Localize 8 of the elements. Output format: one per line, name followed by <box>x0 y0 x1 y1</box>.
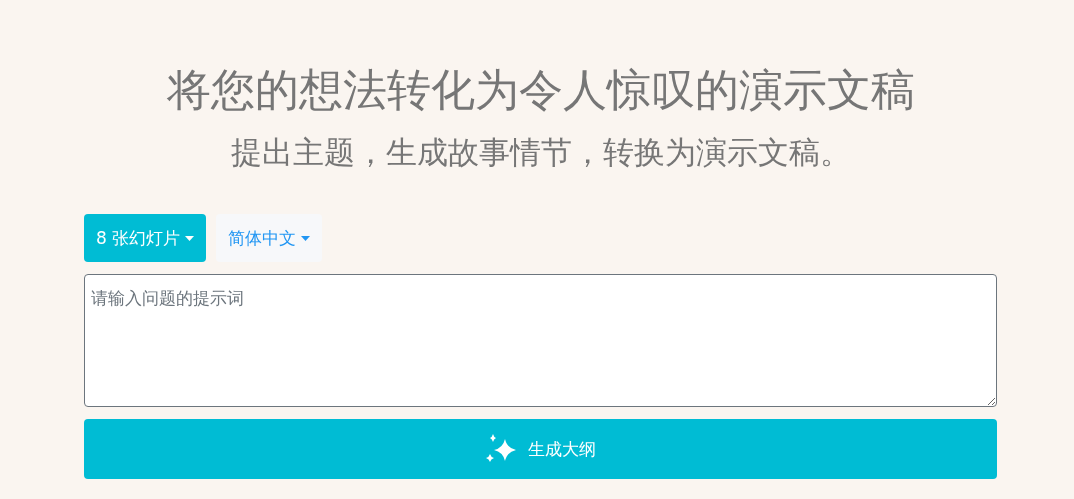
page-heading: 将您的想法转化为令人惊叹的演示文稿 <box>165 63 916 117</box>
caret-icon <box>185 235 195 241</box>
prompt-field[interactable]: 请输入问题的提示词 <box>84 274 997 407</box>
caret-icon <box>301 235 311 241</box>
generate-button[interactable]: 生成大纲 <box>84 419 997 479</box>
page-subheading: 提出主题，生成故事情节，转换为演示文稿。 <box>229 133 852 172</box>
dropdown-button[interactable]: 8 张幻灯片 <box>84 214 207 262</box>
dropdown-button[interactable]: 简体中文 <box>216 214 323 262</box>
